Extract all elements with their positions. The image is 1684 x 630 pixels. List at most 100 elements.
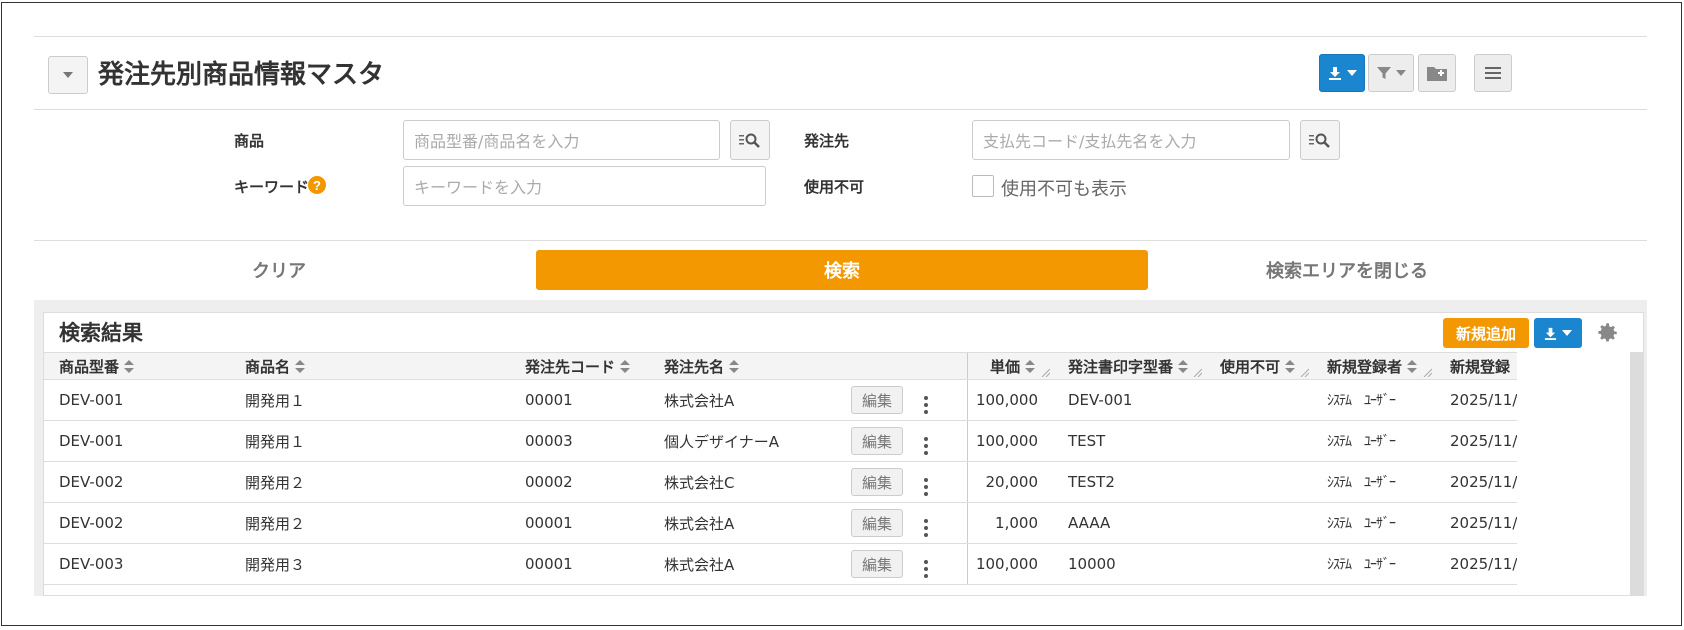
product-input[interactable]: 商品型番/商品名を入力 [403, 120, 720, 160]
column-header-product-code[interactable]: 商品型番 [44, 352, 230, 380]
supplier-label: 発注先 [804, 132, 850, 150]
cell-creator: ｼｽﾃﾑ ﾕｰｻﾞｰ [1312, 502, 1435, 544]
cell-unavailable [1205, 461, 1312, 503]
column-header-menu [909, 352, 967, 380]
cell-supplier-code: 00001 [510, 543, 649, 585]
caret-down-icon [1562, 330, 1572, 336]
cell-created: 2025/11/ [1435, 420, 1518, 462]
add-new-button[interactable]: 新規追加 [1443, 318, 1529, 348]
cell-price: 100,000 [966, 543, 1053, 585]
cell-product-code: DEV-001 [44, 420, 230, 462]
product-label: 商品 [234, 132, 265, 150]
help-icon[interactable]: ? [308, 176, 326, 194]
add-folder-button[interactable] [1418, 54, 1456, 92]
folder-add-icon [1427, 67, 1447, 81]
cell-unavailable [1205, 543, 1312, 585]
cell-product-code: DEV-001 [44, 379, 230, 421]
download-icon [1544, 327, 1557, 340]
resize-handle-icon[interactable] [1422, 367, 1432, 377]
cell-supplier-code: 00003 [510, 420, 649, 462]
unavailable-label: 使用不可 [804, 178, 865, 196]
table-row[interactable]: DEV-003 開発用３ 00001 株式会社A 編集 100,000 10000 ｼｽﾃﾑ … [44, 543, 1518, 585]
cell-menu [909, 543, 967, 585]
close-search-area-button[interactable]: 検索エリアを閉じる [1266, 257, 1428, 283]
search-list-icon [739, 133, 760, 148]
download-button[interactable] [1319, 54, 1365, 92]
table-row[interactable]: DEV-002 開発用２ 00001 株式会社A 編集 1,000 AAAA ｼｽﾃﾑ ﾕｰｻ… [44, 502, 1518, 544]
kebab-menu-icon[interactable] [924, 396, 928, 414]
vertical-scrollbar[interactable] [1630, 352, 1644, 596]
cell-creator: ｼｽﾃﾑ ﾕｰｻﾞｰ [1312, 420, 1435, 462]
search-list-icon [1309, 133, 1330, 148]
cell-print-code: AAAA [1053, 502, 1205, 544]
results-table: 商品型番 商品名 発注先コード 発注先名 単価 発注書印字型番 使用不可 新規登… [44, 352, 1518, 585]
cell-edit: 編集 [836, 379, 909, 421]
column-header-supplier-name[interactable]: 発注先名 [649, 352, 836, 380]
cell-print-code: TEST2 [1053, 461, 1205, 503]
cell-created: 2025/11/ [1435, 461, 1518, 503]
cell-created: 2025/11/ [1435, 502, 1518, 544]
chevron-down-icon [63, 72, 73, 78]
product-search-button[interactable] [730, 120, 770, 160]
column-header-product-name[interactable]: 商品名 [230, 352, 510, 380]
supplier-input[interactable]: 支払先コード/支払先名を入力 [972, 120, 1290, 160]
column-header-creator[interactable]: 新規登録者 [1312, 352, 1435, 380]
show-unavailable-checkbox[interactable] [972, 175, 994, 197]
kebab-menu-icon[interactable] [924, 560, 928, 578]
kebab-menu-icon[interactable] [924, 437, 928, 455]
page-title: 発注先別商品情報マスタ [98, 60, 385, 90]
edit-button[interactable]: 編集 [851, 468, 903, 496]
edit-button[interactable]: 編集 [851, 509, 903, 537]
table-row[interactable]: DEV-001 開発用１ 00001 株式会社A 編集 100,000 DEV-001 ｼｽﾃ… [44, 379, 1518, 421]
resize-handle-icon[interactable] [1299, 367, 1309, 377]
kebab-menu-icon[interactable] [924, 519, 928, 537]
results-download-button[interactable] [1534, 318, 1582, 348]
search-button[interactable]: 検索 [536, 250, 1148, 290]
column-header-unavailable[interactable]: 使用不可 [1205, 352, 1312, 380]
collapse-button[interactable] [48, 56, 88, 94]
table-row[interactable]: DEV-001 開発用１ 00003 個人デザイナーA 編集 100,000 TEST ｼｽﾃ… [44, 420, 1518, 462]
cell-product-code: DEV-003 [44, 543, 230, 585]
edit-button[interactable]: 編集 [851, 427, 903, 455]
cell-unavailable [1205, 420, 1312, 462]
kebab-menu-icon[interactable] [924, 478, 928, 496]
cell-product-code: DEV-002 [44, 461, 230, 503]
cell-product-name: 開発用２ [230, 461, 510, 503]
sort-icon [729, 360, 740, 374]
table-header-row: 商品型番 商品名 発注先コード 発注先名 単価 発注書印字型番 使用不可 新規登… [44, 352, 1518, 380]
cell-price: 1,000 [966, 502, 1053, 544]
cell-supplier-code: 00002 [510, 461, 649, 503]
keyword-input[interactable]: キーワードを入力 [403, 166, 766, 206]
sort-icon [1407, 360, 1418, 374]
gear-icon[interactable] [1594, 320, 1620, 346]
cell-menu [909, 502, 967, 544]
filter-button[interactable] [1368, 54, 1414, 92]
edit-button[interactable]: 編集 [851, 550, 903, 578]
sort-icon [124, 360, 135, 374]
cell-price: 100,000 [966, 420, 1053, 462]
column-header-print-code[interactable]: 発注書印字型番 [1053, 352, 1205, 380]
cell-edit: 編集 [836, 420, 909, 462]
download-icon [1328, 67, 1341, 80]
clear-button[interactable]: クリア [252, 257, 306, 283]
cell-price: 100,000 [966, 379, 1053, 421]
column-header-supplier-code[interactable]: 発注先コード [510, 352, 649, 380]
cell-supplier-name: 株式会社A [649, 502, 836, 544]
sort-icon [1025, 360, 1035, 374]
edit-button[interactable]: 編集 [851, 386, 903, 414]
resize-handle-icon[interactable] [1192, 367, 1202, 377]
cell-menu [909, 420, 967, 462]
cell-print-code: 10000 [1053, 543, 1205, 585]
cell-supplier-name: 個人デザイナーA [649, 420, 836, 462]
menu-button[interactable] [1474, 54, 1512, 92]
cell-created: 2025/11/ [1435, 543, 1518, 585]
cell-menu [909, 379, 967, 421]
column-header-created[interactable]: 新規登録 [1435, 352, 1518, 380]
sort-icon [295, 360, 306, 374]
column-header-price[interactable]: 単価 [966, 352, 1053, 380]
cell-creator: ｼｽﾃﾑ ﾕｰｻﾞｰ [1312, 379, 1435, 421]
supplier-search-button[interactable] [1300, 120, 1340, 160]
resize-handle-icon[interactable] [1040, 367, 1050, 377]
cell-print-code: DEV-001 [1053, 379, 1205, 421]
table-row[interactable]: DEV-002 開発用２ 00002 株式会社C 編集 20,000 TEST2 ｼｽﾃﾑ ﾕ… [44, 461, 1518, 503]
